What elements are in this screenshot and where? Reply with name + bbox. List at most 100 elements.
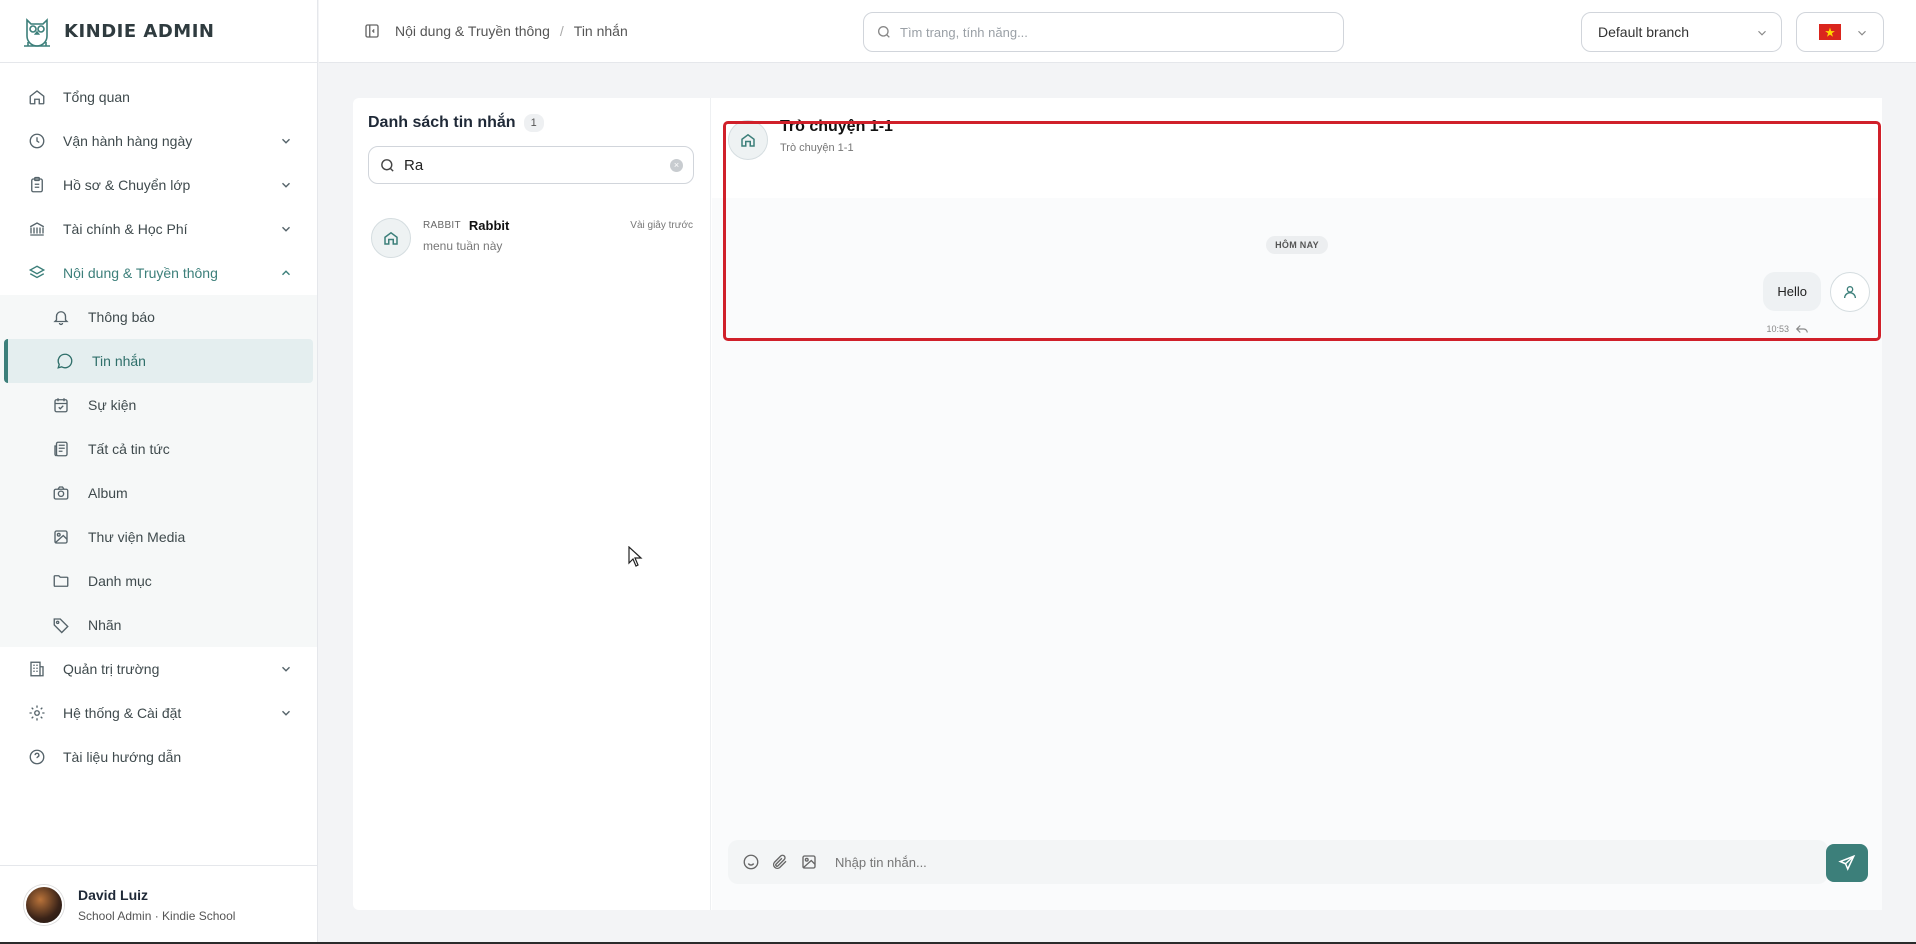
sidebar-item-daily-operations[interactable]: Vận hành hàng ngày bbox=[0, 119, 317, 163]
sidebar-item-content-communication[interactable]: Nội dung & Truyền thông bbox=[0, 251, 317, 295]
sidebar-item-records[interactable]: Hồ sơ & Chuyển lớp bbox=[0, 163, 317, 207]
message-composer bbox=[728, 840, 1828, 884]
messages-panel: Danh sách tin nhắn 1 × RABBIT Rabbit Vài… bbox=[353, 98, 1882, 910]
breadcrumb-parent[interactable]: Nội dung & Truyền thông bbox=[395, 23, 550, 39]
sidebar-subitem-notifications[interactable]: Thông báo bbox=[0, 295, 317, 339]
sidebar-subitem-events[interactable]: Sự kiện bbox=[0, 383, 317, 427]
gear-icon bbox=[29, 705, 45, 721]
chevron-down-icon bbox=[282, 138, 290, 144]
sidebar-item-finance[interactable]: Tài chính & Học Phí bbox=[0, 207, 317, 251]
sidebar-subitem-all-news[interactable]: Tất cả tin tức bbox=[0, 427, 317, 471]
sidebar-subitem-categories[interactable]: Danh mục bbox=[0, 559, 317, 603]
sidebar-item-label: Tài liệu hướng dẫn bbox=[63, 749, 182, 765]
chat-title: Trò chuyện 1-1 bbox=[780, 118, 893, 135]
chevron-down-icon bbox=[282, 226, 290, 232]
sidebar-subitem-messages[interactable]: Tin nhắn bbox=[4, 339, 313, 383]
emoji-icon[interactable] bbox=[742, 853, 760, 871]
search-icon bbox=[381, 158, 394, 172]
help-icon bbox=[29, 749, 45, 765]
conversation-search: × bbox=[368, 146, 694, 184]
sidebar-item-label: Tổng quan bbox=[63, 89, 130, 105]
calendar-check-icon bbox=[54, 398, 68, 413]
building-icon bbox=[30, 661, 44, 677]
sidebar-item-label: Vận hành hàng ngày bbox=[63, 133, 193, 149]
chevron-up-icon bbox=[282, 270, 290, 276]
chat-window: Trò chuyện 1-1 Trò chuyện 1-1 HÔM NAY He… bbox=[712, 98, 1882, 910]
layers-icon bbox=[28, 265, 46, 279]
topbar: Nội dung & Truyền thông / Tin nhắn Tìm t… bbox=[319, 0, 1916, 63]
sidebar-item-label: Nội dung & Truyền thông bbox=[63, 265, 218, 281]
chevron-down-icon bbox=[282, 182, 290, 188]
newspaper-icon bbox=[54, 441, 68, 457]
app-title: KINDIE ADMIN bbox=[64, 20, 215, 42]
sidebar-toggle-icon[interactable] bbox=[363, 22, 381, 40]
clock-icon bbox=[29, 133, 45, 149]
language-select[interactable] bbox=[1796, 12, 1884, 52]
tag-icon bbox=[53, 618, 69, 634]
message-row: Hello bbox=[1763, 272, 1870, 312]
breadcrumb-current: Tin nhắn bbox=[573, 23, 628, 39]
chevron-down-icon bbox=[1858, 30, 1866, 36]
message-input[interactable] bbox=[835, 854, 1735, 870]
sidebar-subitem-label: Nhãn bbox=[88, 617, 122, 633]
sidebar-subitem-media-library[interactable]: Thư viện Media bbox=[0, 515, 317, 559]
message-time: 10:53 bbox=[1766, 324, 1789, 334]
sidebar-subitem-album[interactable]: Album bbox=[0, 471, 317, 515]
folder-icon bbox=[53, 575, 69, 587]
user-role: School Admin · Kindie School bbox=[78, 909, 236, 923]
conversation-avatar bbox=[371, 218, 411, 258]
sidebar-subitem-label: Danh mục bbox=[88, 573, 152, 589]
chevron-down-icon bbox=[1758, 30, 1766, 36]
conversation-item[interactable]: RABBIT Rabbit Vài giây trước menu tuần n… bbox=[353, 204, 711, 274]
send-icon bbox=[1838, 854, 1856, 871]
chevron-down-icon bbox=[282, 666, 290, 672]
conversation-list-header: Danh sách tin nhắn 1 bbox=[368, 114, 544, 132]
reply-icon[interactable] bbox=[1795, 323, 1809, 335]
conversation-time: Vài giây trước bbox=[630, 220, 693, 231]
user-profile[interactable]: David Luiz School Admin · Kindie School bbox=[0, 865, 318, 944]
sidebar-item-label: Hồ sơ & Chuyển lớp bbox=[63, 177, 191, 193]
breadcrumb: Nội dung & Truyền thông / Tin nhắn bbox=[363, 22, 628, 40]
user-icon bbox=[1844, 286, 1856, 299]
logo[interactable]: KINDIE ADMIN bbox=[0, 0, 317, 63]
sidebar-item-documentation[interactable]: Tài liệu hướng dẫn bbox=[0, 735, 317, 779]
sidebar-subitem-label: Thông báo bbox=[88, 309, 155, 325]
chevron-down-icon bbox=[282, 710, 290, 716]
home-icon bbox=[29, 90, 45, 105]
send-button[interactable] bbox=[1826, 844, 1868, 882]
image-icon[interactable] bbox=[800, 853, 818, 871]
global-search-placeholder: Tìm trang, tính năng... bbox=[900, 24, 1028, 40]
chat-avatar bbox=[728, 120, 768, 160]
avatar bbox=[24, 885, 64, 925]
global-search-input[interactable]: Tìm trang, tính năng... bbox=[863, 12, 1344, 52]
conversation-preview: menu tuần này bbox=[423, 239, 503, 253]
vietnam-flag-icon bbox=[1819, 24, 1841, 40]
sidebar-subitem-tags[interactable]: Nhãn bbox=[0, 603, 317, 647]
breadcrumb-separator: / bbox=[559, 23, 564, 39]
date-divider-label: HÔM NAY bbox=[1266, 236, 1328, 254]
sidebar-submenu: Thông báo Tin nhắn Sự kiện Tất cả tin tứ… bbox=[0, 295, 317, 647]
sidebar: KINDIE ADMIN Tổng quan Vận hành hàng ngà… bbox=[0, 0, 318, 944]
home-icon bbox=[384, 231, 398, 245]
sender-avatar bbox=[1830, 272, 1870, 312]
home-icon bbox=[741, 133, 755, 147]
branch-select[interactable]: Default branch bbox=[1581, 12, 1782, 52]
chat-icon bbox=[57, 353, 73, 369]
sidebar-item-system-settings[interactable]: Hệ thống & Cài đặt bbox=[0, 691, 317, 735]
attachment-icon[interactable] bbox=[771, 853, 789, 871]
sidebar-item-overview[interactable]: Tổng quan bbox=[0, 75, 317, 119]
sidebar-item-school-admin[interactable]: Quản trị trường bbox=[0, 647, 317, 691]
image-icon bbox=[54, 530, 68, 544]
sidebar-subitem-label: Tất cả tin tức bbox=[88, 441, 170, 457]
conversation-search-input[interactable] bbox=[404, 156, 664, 174]
camera-icon bbox=[53, 486, 69, 500]
sidebar-item-label: Quản trị trường bbox=[63, 661, 160, 677]
sidebar-nav: Tổng quan Vận hành hàng ngày Hồ sơ & Chu… bbox=[0, 63, 317, 779]
clear-search-icon[interactable]: × bbox=[670, 159, 683, 172]
bank-icon bbox=[29, 222, 45, 236]
user-name: David Luiz bbox=[78, 887, 149, 903]
bell-icon bbox=[53, 311, 69, 326]
date-divider: HÔM NAY bbox=[712, 235, 1882, 254]
sidebar-subitem-label: Album bbox=[88, 485, 128, 501]
message-bubble[interactable]: Hello bbox=[1763, 272, 1821, 311]
